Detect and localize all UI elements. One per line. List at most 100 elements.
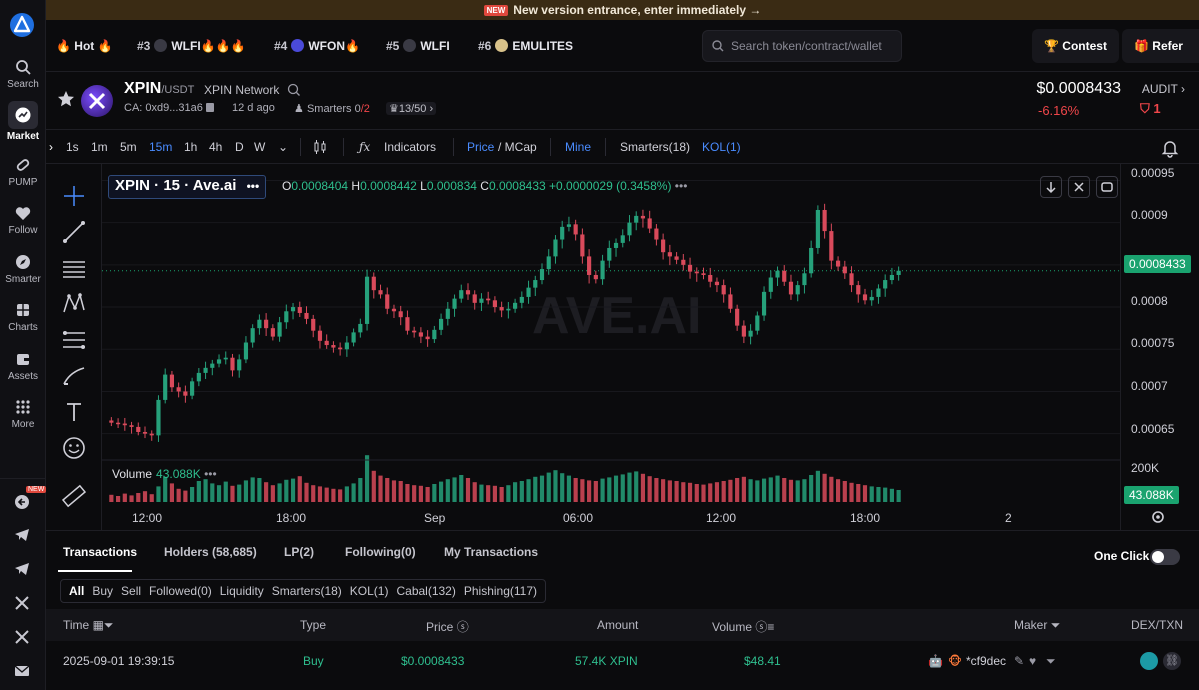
candle[interactable] (156, 399, 161, 436)
candle[interactable] (795, 285, 800, 295)
one-click-toggle[interactable] (1150, 549, 1180, 565)
candle[interactable] (613, 242, 619, 248)
candle[interactable] (432, 329, 437, 340)
filter-icon[interactable]: ⏷ (1051, 618, 1061, 632)
candle[interactable] (331, 345, 336, 348)
candle[interactable] (169, 374, 175, 388)
candle[interactable] (835, 260, 841, 267)
contract-address[interactable]: CA: 0xd9...31a6 (124, 102, 214, 114)
candle[interactable] (412, 330, 417, 333)
candle-type-icon[interactable] (312, 139, 328, 155)
candle[interactable] (647, 218, 652, 229)
candle[interactable] (829, 231, 834, 261)
hot-token-item[interactable]: #4 WFON🔥 (274, 39, 360, 53)
candle[interactable] (223, 357, 228, 360)
chart-legend-title[interactable]: XPIN · 15 · Ave.ai ••• (108, 175, 267, 199)
candle[interactable] (243, 342, 249, 360)
candle[interactable] (190, 381, 195, 396)
candle[interactable] (573, 224, 578, 235)
candle[interactable] (149, 433, 154, 436)
candle[interactable] (896, 270, 901, 275)
candle[interactable] (694, 271, 699, 274)
crosshair-icon[interactable] (60, 182, 88, 210)
candle[interactable] (889, 274, 894, 281)
sidebar-item-more[interactable]: More (0, 398, 46, 430)
candle[interactable] (809, 247, 814, 274)
column-header-maker[interactable]: Maker ⏷ (1014, 618, 1060, 633)
candle[interactable] (425, 336, 430, 340)
candle[interactable] (445, 308, 450, 319)
candle[interactable] (741, 325, 746, 337)
candle[interactable] (735, 308, 740, 326)
tx-link-icon[interactable]: ⛓ (1163, 652, 1181, 670)
candle[interactable] (358, 323, 363, 333)
sidebar-item-pump[interactable]: PUMP (0, 156, 46, 188)
candle[interactable] (701, 273, 706, 275)
candle[interactable] (788, 281, 794, 295)
more-dots-icon[interactable]: ••• (204, 467, 217, 481)
candle[interactable] (667, 252, 672, 257)
bell-icon[interactable] (1160, 138, 1180, 158)
candle[interactable] (539, 269, 545, 281)
interval-1h[interactable]: 1h (184, 140, 197, 154)
candle[interactable] (815, 209, 820, 248)
candle[interactable] (782, 270, 787, 282)
search-icon[interactable] (287, 83, 301, 97)
sidebar-item-smarter[interactable]: Smarter (0, 253, 46, 285)
candle[interactable] (237, 359, 242, 371)
calendar-icon[interactable]: ▦ (93, 618, 104, 632)
contest-button[interactable]: 🏆 Contest (1032, 29, 1119, 63)
filter-sell[interactable]: Sell (117, 580, 145, 602)
candle[interactable] (290, 307, 296, 312)
candle[interactable] (620, 235, 625, 243)
candle[interactable] (607, 247, 612, 261)
copy-icon[interactable] (205, 103, 214, 112)
trend-line-icon[interactable] (60, 218, 88, 246)
candle[interactable] (438, 318, 444, 330)
candle[interactable] (203, 367, 208, 373)
candle[interactable] (862, 294, 868, 301)
sidebar-item-market[interactable]: Market (0, 101, 46, 142)
audit-risk-count[interactable]: ⛉ 1 (1140, 101, 1161, 117)
column-header-price[interactable]: Price ⓢ (426, 618, 469, 635)
candle[interactable] (378, 290, 383, 295)
candle[interactable] (142, 431, 148, 434)
candle[interactable] (587, 256, 592, 275)
candle[interactable] (304, 312, 309, 319)
tab-holders[interactable]: Holders (58,685) (164, 545, 257, 559)
candle[interactable] (459, 290, 464, 299)
candle[interactable] (640, 215, 646, 219)
candle[interactable] (714, 281, 720, 286)
more-dots-icon[interactable]: ••• (247, 179, 260, 193)
candle[interactable] (364, 276, 370, 324)
mail-icon[interactable] (13, 662, 31, 680)
candle[interactable] (593, 274, 598, 280)
sidebar-item-assets[interactable]: Assets (0, 350, 46, 382)
favorite-star-icon[interactable] (56, 89, 76, 109)
candle[interactable] (526, 287, 531, 297)
candle[interactable] (284, 311, 289, 323)
candle[interactable] (533, 280, 538, 288)
candle[interactable] (196, 372, 201, 382)
indicators-button[interactable]: Indicators (384, 140, 436, 154)
candle[interactable] (250, 328, 255, 343)
kol-filter[interactable]: KOL(1) (702, 140, 741, 154)
mcap-toggle[interactable]: / MCap (498, 140, 537, 154)
smarters-filter[interactable]: Smarters(18) (620, 140, 690, 154)
candle[interactable] (183, 391, 188, 396)
dex-logo-icon[interactable] (1140, 652, 1158, 670)
hot-token-item[interactable]: #5 WLFI (386, 39, 450, 53)
currency-toggle-icon[interactable]: ⓢ (755, 620, 767, 634)
candle[interactable] (391, 308, 397, 312)
ruler-icon[interactable] (60, 482, 88, 510)
candle[interactable] (513, 302, 518, 309)
candle[interactable] (869, 296, 874, 301)
candle[interactable] (351, 332, 356, 343)
candle[interactable] (674, 256, 679, 260)
telegram-icon[interactable] (13, 560, 31, 578)
price-axis[interactable]: 0.00095 0.0009 0.0008 0.00075 0.0007 0.0… (1120, 164, 1199, 530)
candle[interactable] (849, 273, 854, 286)
text-tool-icon[interactable] (60, 398, 88, 426)
candle[interactable] (129, 425, 134, 427)
candle[interactable] (324, 340, 329, 346)
